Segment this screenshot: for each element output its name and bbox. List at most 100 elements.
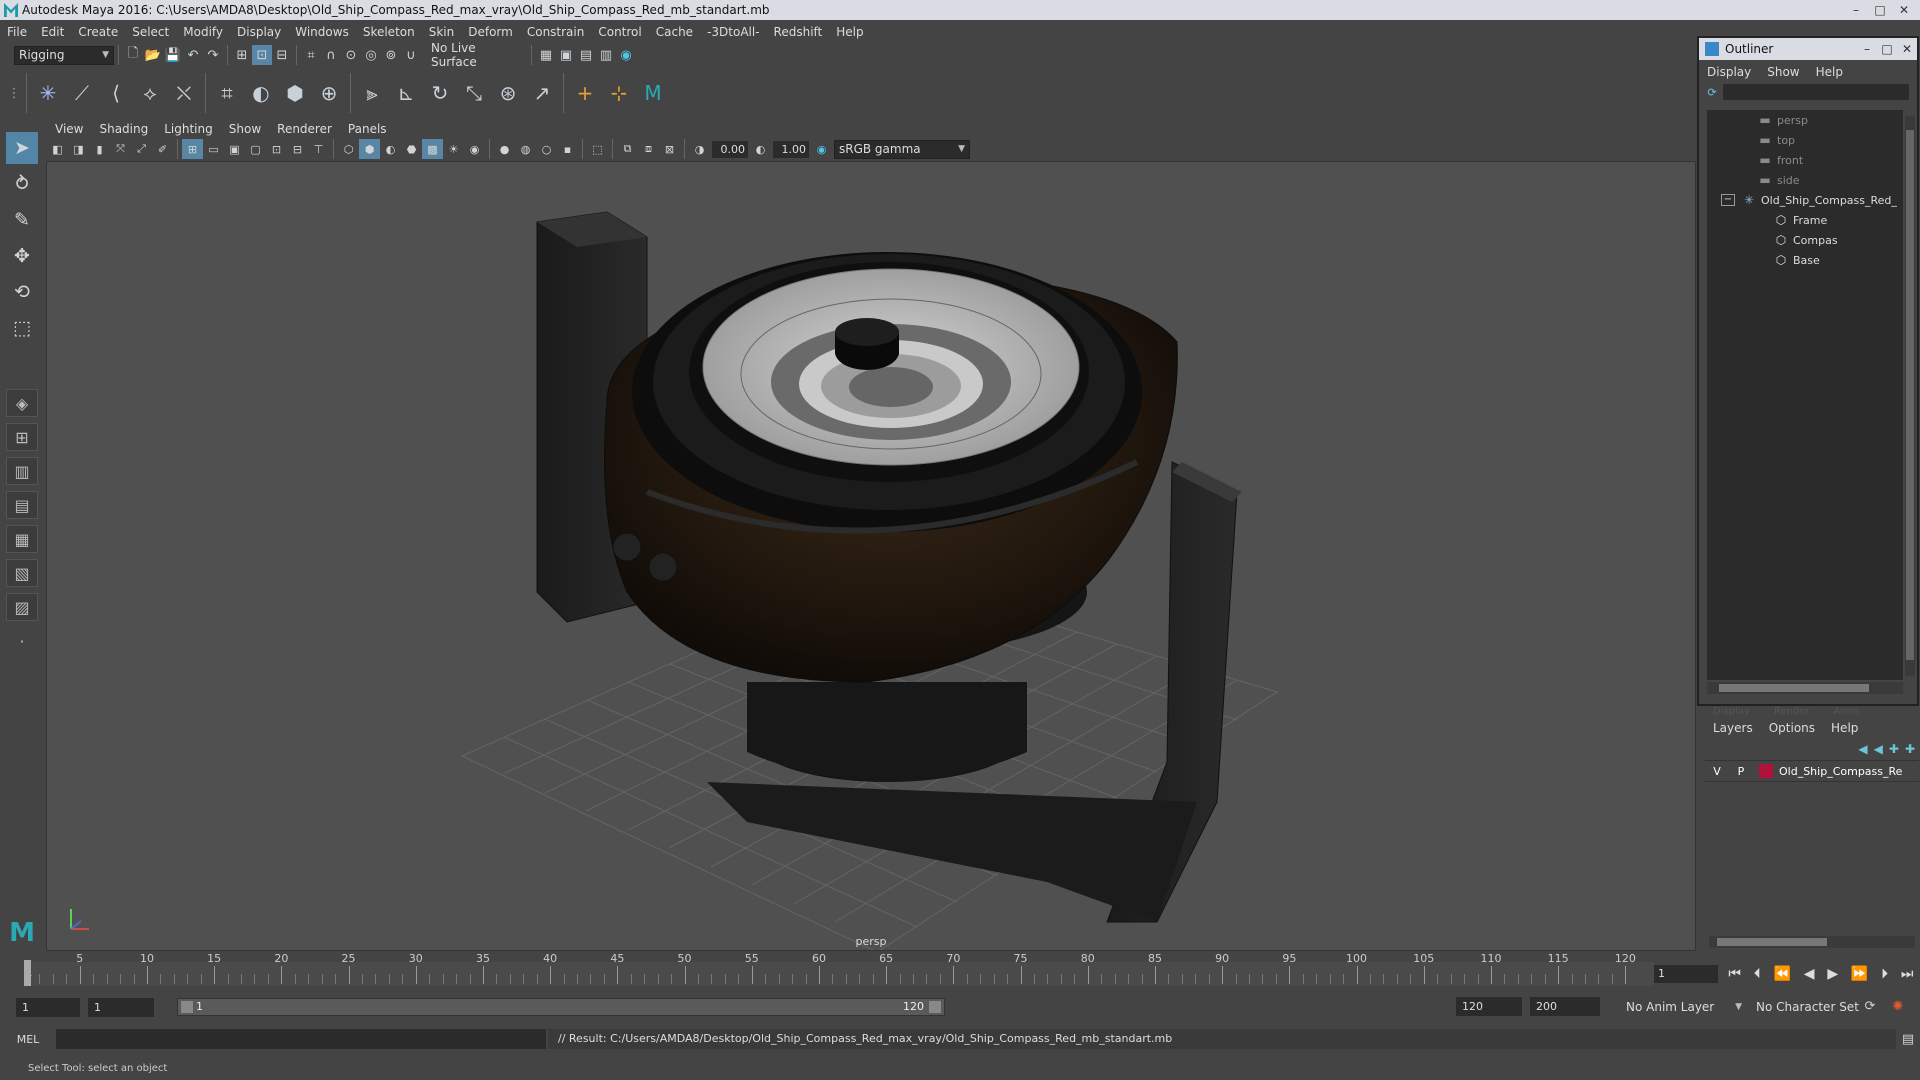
film-gate-icon[interactable]: ▭ <box>203 139 224 159</box>
hypershade-icon[interactable]: ◉ <box>616 45 636 65</box>
panel-menu-shading[interactable]: Shading <box>91 122 156 136</box>
snap-view-icon[interactable]: ◎ <box>361 45 381 65</box>
outliner-maximize-button[interactable]: □ <box>1877 41 1897 57</box>
live-surface-field[interactable]: No Live Surface <box>427 41 527 69</box>
open-scene-icon[interactable]: 📂 <box>143 45 163 65</box>
ik-spline-icon[interactable]: ⟨ <box>101 78 131 108</box>
step-back-frame-icon[interactable]: ⏴ <box>1754 966 1761 982</box>
panel-menu-view[interactable]: View <box>47 122 91 136</box>
menu-skin[interactable]: Skin <box>422 25 462 39</box>
cluster-icon[interactable]: ◐ <box>246 78 276 108</box>
menu-control[interactable]: Control <box>591 25 648 39</box>
select-object-icon[interactable]: ⊡ <box>252 45 272 65</box>
current-frame-field[interactable]: 1 <box>1654 965 1718 983</box>
shadows-icon[interactable]: ◉ <box>464 139 485 159</box>
skin-bind-icon[interactable]: ⟡ <box>135 78 165 108</box>
new-scene-icon[interactable]: 🗋 <box>123 45 143 65</box>
outliner-minimize-button[interactable]: – <box>1857 41 1877 57</box>
outliner-item-persp[interactable]: ▬ persp <box>1707 110 1903 130</box>
exposure-field[interactable]: 0.00 <box>712 140 748 158</box>
close-button[interactable]: ✕ <box>1894 2 1914 18</box>
wire-deformer-icon[interactable]: ⬢ <box>280 78 310 108</box>
playback-start-field[interactable]: 1 <box>88 997 154 1017</box>
outliner-menu-help[interactable]: Help <box>1808 65 1851 79</box>
xray-icon[interactable]: ⧉ <box>617 139 638 159</box>
snap-point-icon[interactable]: ⊙ <box>341 45 361 65</box>
current-time-indicator[interactable] <box>24 960 31 986</box>
snap-magnet-icon[interactable]: ∪ <box>401 45 421 65</box>
perspective-viewport[interactable]: persp <box>46 161 1696 951</box>
scrollbar-thumb[interactable] <box>1717 938 1827 946</box>
gate-mask-icon[interactable]: ▢ <box>245 139 266 159</box>
outliner-menu-display[interactable]: Display <box>1699 65 1759 79</box>
scrollbar-thumb[interactable] <box>1906 130 1914 660</box>
field-chart-icon[interactable]: ⊡ <box>266 139 287 159</box>
new-empty-layer-icon[interactable]: ✚ <box>1889 742 1899 756</box>
safe-title-icon[interactable]: ⊤ <box>308 139 329 159</box>
color-management-icon[interactable]: ◉ <box>811 139 832 159</box>
grease-pencil-icon[interactable]: ✐ <box>152 139 173 159</box>
redo-icon[interactable]: ↷ <box>203 45 223 65</box>
locator-icon[interactable]: + <box>570 78 600 108</box>
outliner-item-front[interactable]: ▬ front <box>1707 150 1903 170</box>
bookmark-icon[interactable]: ▮ <box>89 139 110 159</box>
menu-3dtoall[interactable]: -3DtoAll- <box>700 25 766 39</box>
wireframe-icon[interactable]: ⬡ <box>338 139 359 159</box>
minimize-button[interactable]: – <box>1846 2 1866 18</box>
layer-menu-layers[interactable]: Layers <box>1705 721 1761 735</box>
tab-display[interactable]: Display <box>1713 706 1750 718</box>
select-component-icon[interactable]: ⊟ <box>272 45 292 65</box>
scale-constraint-icon[interactable]: ⤡ <box>459 78 489 108</box>
animation-preferences-icon[interactable]: ✺ <box>1888 996 1908 1016</box>
menu-display[interactable]: Display <box>230 25 288 39</box>
playback-end-field[interactable]: 120 <box>1456 997 1522 1016</box>
outliner-close-button[interactable]: ✕ <box>1897 41 1917 57</box>
select-tool-icon[interactable]: ➤ <box>6 132 38 164</box>
move-tool-icon[interactable]: ✥ <box>6 240 38 272</box>
isolate-select-icon[interactable]: ⬚ <box>587 139 608 159</box>
menu-constrain[interactable]: Constrain <box>520 25 592 39</box>
gamma-icon[interactable]: ◐ <box>750 139 771 159</box>
step-back-key-icon[interactable]: ⏪ <box>1774 966 1791 982</box>
render-frame-icon[interactable]: ▣ <box>556 45 576 65</box>
outliner-horizontal-scrollbar[interactable] <box>1707 682 1903 694</box>
safe-action-icon[interactable]: ⊟ <box>287 139 308 159</box>
end-time-field[interactable]: 200 <box>1530 997 1600 1016</box>
range-end-handle[interactable] <box>929 1001 941 1013</box>
select-hierarchy-icon[interactable]: ⊞ <box>232 45 252 65</box>
default-material-icon[interactable]: ⬣ <box>401 139 422 159</box>
play-backwards-icon[interactable]: ◀ <box>1804 966 1815 982</box>
anim-layer-dropdown[interactable]: No Anim Layer ▼ <box>1622 997 1746 1016</box>
layer-color-swatch[interactable] <box>1759 764 1773 778</box>
depth-of-field-icon[interactable]: ▪ <box>557 139 578 159</box>
snap-surface-icon[interactable]: ⊚ <box>381 45 401 65</box>
undo-icon[interactable]: ↶ <box>183 45 203 65</box>
refresh-icon[interactable]: ⟳ <box>1705 85 1719 99</box>
lattice-icon[interactable]: ⌗ <box>212 78 242 108</box>
collapse-icon[interactable]: − <box>1721 194 1735 206</box>
menu-edit[interactable]: Edit <box>34 25 71 39</box>
command-mode-label[interactable]: MEL <box>0 1033 56 1046</box>
four-view-layout-icon[interactable]: ⊞ <box>6 423 38 451</box>
persp-graph-layout-icon[interactable]: ▤ <box>6 491 38 519</box>
layer-visibility-toggle[interactable]: V <box>1705 765 1729 778</box>
layer-playback-toggle[interactable]: P <box>1729 765 1753 778</box>
ipr-render-icon[interactable]: ▤ <box>576 45 596 65</box>
menu-select[interactable]: Select <box>125 25 176 39</box>
joint-tool-icon[interactable]: ✳ <box>33 78 63 108</box>
point-constraint-icon[interactable]: ⫸ <box>357 78 387 108</box>
new-layer-selected-icon[interactable]: ✚ <box>1905 742 1915 756</box>
layer-menu-help[interactable]: Help <box>1823 721 1866 735</box>
outliner-item-base[interactable]: ⬡ Base <box>1707 250 1903 270</box>
use-all-lights-icon[interactable]: ☀ <box>443 139 464 159</box>
menu-help[interactable]: Help <box>829 25 870 39</box>
outliner-item-compas[interactable]: ⬡ Compas <box>1707 230 1903 250</box>
paint-select-icon[interactable]: ✎ <box>6 204 38 236</box>
panel-menu-lighting[interactable]: Lighting <box>156 122 221 136</box>
panel-menu-panels[interactable]: Panels <box>340 122 395 136</box>
parent-constraint-icon[interactable]: ⊛ <box>493 78 523 108</box>
outliner-item-frame[interactable]: ⬡ Frame <box>1707 210 1903 230</box>
tab-anim[interactable]: Anim <box>1833 706 1859 718</box>
scrollbar-thumb[interactable] <box>1719 684 1869 692</box>
outliner-item-compass-group[interactable]: − ✳ Old_Ship_Compass_Red_ <box>1707 190 1903 210</box>
